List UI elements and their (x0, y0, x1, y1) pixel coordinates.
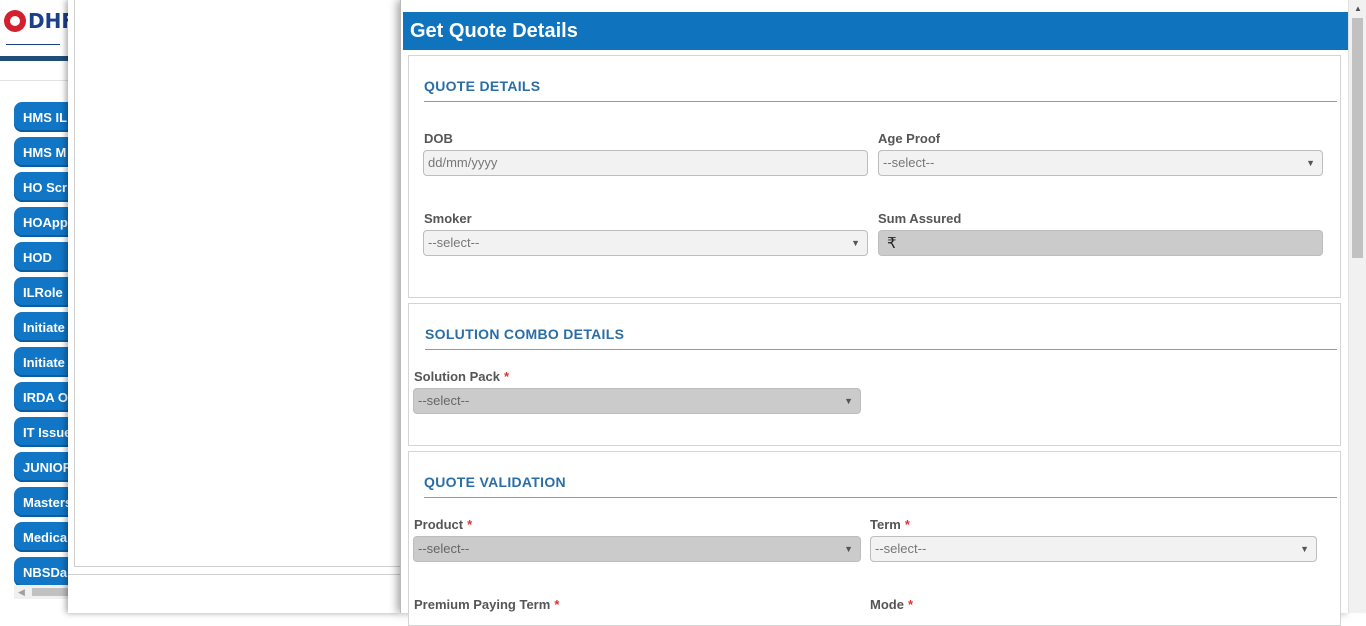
header-divider (0, 80, 68, 81)
premium-paying-term-label: Premium Paying Term * (414, 597, 559, 612)
section-divider (425, 349, 1337, 350)
sidebar-item-ho-scr[interactable]: HO Scr (14, 172, 76, 202)
required-marker: * (467, 517, 473, 532)
required-marker: * (904, 517, 910, 532)
solution-pack-label: Solution Pack * (414, 369, 509, 384)
section-heading: QUOTE DETAILS (424, 78, 541, 94)
section-heading: SOLUTION COMBO DETAILS (425, 326, 625, 342)
sum-assured-label: Sum Assured (878, 211, 962, 226)
dialog-title: Get Quote Details (410, 20, 578, 42)
smoker-select[interactable]: --select-- ▼ (423, 230, 868, 256)
scroll-up-icon[interactable]: ▲ (1354, 4, 1362, 13)
chevron-down-icon: ▼ (1306, 158, 1315, 168)
company-logo: DHF (4, 9, 75, 34)
logo-underline (6, 44, 60, 45)
get-quote-dialog: Get Quote Details QUOTE DETAILS DOB dd/m… (400, 0, 1349, 626)
mode-label-text: Mode (870, 597, 904, 612)
overlay-content-area (74, 0, 401, 567)
section-divider (424, 497, 1337, 498)
sidebar-item-hoapp[interactable]: HOApp (14, 207, 76, 237)
sum-assured-input[interactable]: ₹ (878, 230, 1323, 256)
dob-placeholder: dd/mm/yyyy (428, 155, 498, 170)
sidebar-item-hms-il[interactable]: HMS IL (14, 102, 76, 132)
product-select[interactable]: --select-- ▼ (413, 536, 861, 562)
required-marker: * (907, 597, 914, 612)
mode-label: Mode * (870, 597, 913, 612)
sidebar-item-hms-m[interactable]: HMS M (14, 137, 76, 167)
overlay-bottom-border (68, 574, 400, 575)
sidebar-item-nbsda[interactable]: NBSDa (14, 557, 76, 587)
horizontal-scrollbar[interactable]: ◀ (14, 585, 68, 599)
solution-pack-select[interactable]: --select-- ▼ (413, 388, 861, 414)
section-heading: QUOTE VALIDATION (424, 474, 566, 490)
vertical-scrollbar[interactable]: ▲ (1348, 0, 1366, 613)
dialog-header: Get Quote Details (403, 12, 1349, 50)
solution-pack-value: --select-- (418, 393, 470, 408)
required-marker: * (554, 597, 560, 612)
product-value: --select-- (418, 541, 470, 556)
sidebar-item-ilrole[interactable]: ILRole (14, 277, 76, 307)
age-proof-label: Age Proof (878, 131, 941, 146)
term-label-text: Term (870, 517, 901, 532)
product-label: Product * (414, 517, 472, 532)
chevron-down-icon: ▼ (1300, 544, 1309, 554)
required-marker: * (503, 369, 510, 384)
smoker-label: Smoker (424, 211, 472, 226)
premium-paying-term-label-text: Premium Paying Term (414, 597, 551, 612)
solution-combo-section: SOLUTION COMBO DETAILS Solution Pack * --… (408, 303, 1341, 446)
sidebar-item-it-issue[interactable]: IT Issue (14, 417, 76, 447)
sidebar-item-initiate-2[interactable]: Initiate (14, 347, 76, 377)
chevron-down-icon: ▼ (844, 396, 853, 406)
chevron-down-icon: ▼ (851, 238, 860, 248)
sidebar-item-initiate-1[interactable]: Initiate (14, 312, 76, 342)
rupee-icon: ₹ (887, 234, 897, 252)
section-divider (424, 101, 1337, 102)
scroll-left-icon[interactable]: ◀ (18, 587, 25, 598)
term-select[interactable]: --select-- ▼ (870, 536, 1317, 562)
quote-validation-section: QUOTE VALIDATION Product * --select-- ▼ T… (408, 451, 1341, 626)
dob-input[interactable]: dd/mm/yyyy (423, 150, 868, 176)
dob-label: DOB (424, 131, 453, 146)
scrollbar-thumb[interactable] (32, 588, 68, 596)
product-label-text: Product (414, 517, 464, 532)
scrollbar-thumb[interactable] (1352, 18, 1363, 258)
sidebar-item-masters[interactable]: Masters (14, 487, 76, 517)
sidebar-item-hod[interactable]: HOD (14, 242, 76, 272)
quote-details-section: QUOTE DETAILS DOB dd/mm/yyyy Age Proof -… (408, 55, 1341, 298)
sidebar-item-irda[interactable]: IRDA O (14, 382, 76, 412)
term-label: Term * (870, 517, 910, 532)
sidebar-item-medical[interactable]: Medical (14, 522, 76, 552)
age-proof-select[interactable]: --select-- ▼ (878, 150, 1323, 176)
solution-pack-label-text: Solution Pack (414, 369, 500, 384)
age-proof-value: --select-- (883, 155, 935, 170)
term-value: --select-- (875, 541, 927, 556)
logo-mark-icon (4, 10, 26, 32)
smoker-value: --select-- (428, 235, 480, 250)
sidebar-item-junior[interactable]: JUNIOR (14, 452, 76, 482)
overlay-frame (68, 0, 401, 613)
header-rule (0, 56, 68, 61)
chevron-down-icon: ▼ (844, 544, 853, 554)
